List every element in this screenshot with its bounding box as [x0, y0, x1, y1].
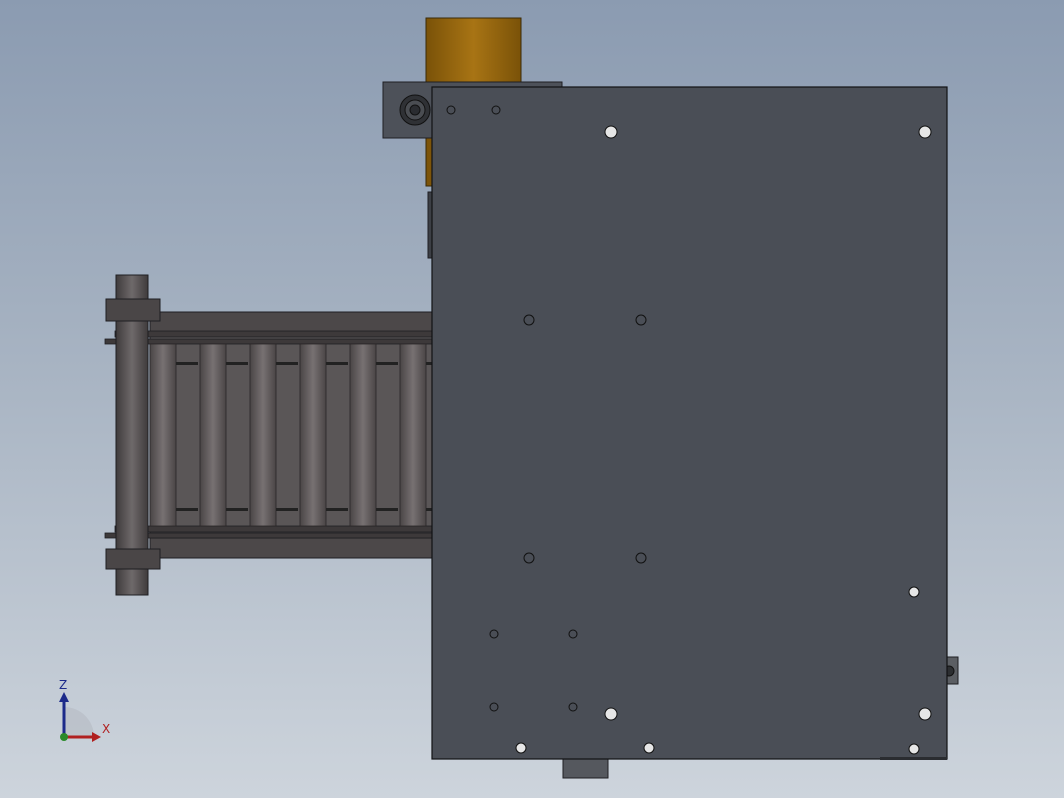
- mounting-hole: [918, 707, 932, 721]
- chain-link-pin: [326, 362, 348, 365]
- mounting-hole: [491, 105, 501, 115]
- mounting-hole: [643, 742, 655, 754]
- chain-link-pin: [176, 362, 198, 365]
- mounting-hole: [635, 314, 647, 326]
- chain-link-pin: [376, 362, 398, 365]
- mounting-hole: [515, 742, 527, 754]
- mounting-hole: [489, 702, 499, 712]
- chain-roller: [199, 343, 227, 527]
- graphics-viewport[interactable]: Z X: [0, 0, 1064, 798]
- mounting-hole: [523, 552, 535, 564]
- chain-link-pin: [376, 508, 398, 511]
- chain-link-pin: [276, 362, 298, 365]
- mounting-hole: [918, 125, 932, 139]
- model-view[interactable]: [0, 0, 1064, 798]
- shaft-collar-bottom: [105, 548, 161, 570]
- x-axis-label: X: [102, 722, 111, 736]
- mounting-hole: [908, 743, 920, 755]
- plate-foot: [880, 757, 947, 760]
- mounting-hole: [635, 552, 647, 564]
- bearing-icon: [399, 94, 431, 126]
- drag-chain[interactable]: [104, 311, 448, 559]
- chain-link-pin: [276, 508, 298, 511]
- axis-triad: Z X: [48, 672, 128, 752]
- mounting-hole: [604, 707, 618, 721]
- mounting-hole: [446, 105, 456, 115]
- chain-link-pin: [226, 362, 248, 365]
- chain-roller: [299, 343, 327, 527]
- mounting-hole: [908, 586, 920, 598]
- z-axis-label: Z: [59, 678, 68, 692]
- mounting-hole: [489, 629, 499, 639]
- chain-roller: [249, 343, 277, 527]
- shaft-collar-top: [105, 298, 161, 322]
- mounting-plate[interactable]: [431, 86, 948, 760]
- chain-link-pin: [326, 508, 348, 511]
- chain-roller: [349, 343, 377, 527]
- chain-roller: [149, 343, 177, 527]
- mounting-hole: [604, 125, 618, 139]
- mounting-hole: [568, 702, 578, 712]
- chain-roller: [399, 343, 427, 527]
- end-shaft[interactable]: [115, 274, 149, 596]
- mounting-hole: [568, 629, 578, 639]
- chain-link-pin: [176, 508, 198, 511]
- chain-link-pin: [226, 508, 248, 511]
- mounting-hole: [523, 314, 535, 326]
